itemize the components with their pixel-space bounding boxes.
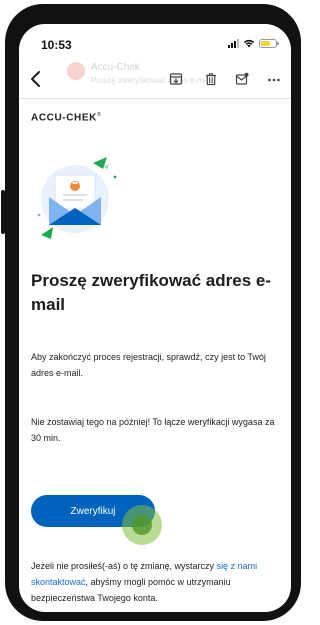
phone-screen: 10:53 Accu-Chek Proszę zweryfikować adre…: [19, 24, 291, 612]
footer-text: Jeżeli nie prosiłeś(-aś) o tę zmianę, wy…: [31, 558, 281, 606]
status-bar: 10:53: [19, 24, 291, 60]
status-icons: [228, 38, 279, 48]
envelope-illustration: [37, 157, 117, 239]
expiry-text: Nie zostawiaj tego na później! To łącze …: [31, 417, 275, 443]
footer-text-start: Jeżeli nie prosiłeś(-aś) o tę zmianę, wy…: [31, 561, 217, 571]
status-time: 10:53: [41, 38, 72, 52]
subject-line: Proszę zweryfikować adres e-mail: [91, 76, 212, 85]
mark-unread-icon[interactable]: [235, 72, 249, 86]
side-button: [1, 190, 5, 234]
sender-name: Accu-Chek: [91, 62, 140, 73]
verify-button-label: Zweryfikuj: [70, 505, 116, 517]
signal-icon: [228, 38, 239, 48]
touch-indicator: [122, 505, 162, 545]
more-icon[interactable]: [267, 72, 281, 86]
intro-text: Aby zakończyć proces rejestracji, sprawd…: [31, 352, 266, 378]
wifi-icon: [243, 39, 255, 48]
sender-avatar: [67, 62, 85, 80]
brand-logo: ACCU-CHEK®: [31, 112, 102, 124]
archive-icon[interactable]: [169, 72, 183, 86]
email-heading: Proszę zweryfikować adres e-mail: [31, 271, 272, 314]
trash-icon[interactable]: [204, 72, 218, 86]
mail-toolbar: Accu-Chek Proszę zweryfikować adres e-ma…: [19, 60, 291, 99]
back-chevron-icon[interactable]: [29, 70, 43, 88]
battery-icon: [259, 38, 279, 48]
